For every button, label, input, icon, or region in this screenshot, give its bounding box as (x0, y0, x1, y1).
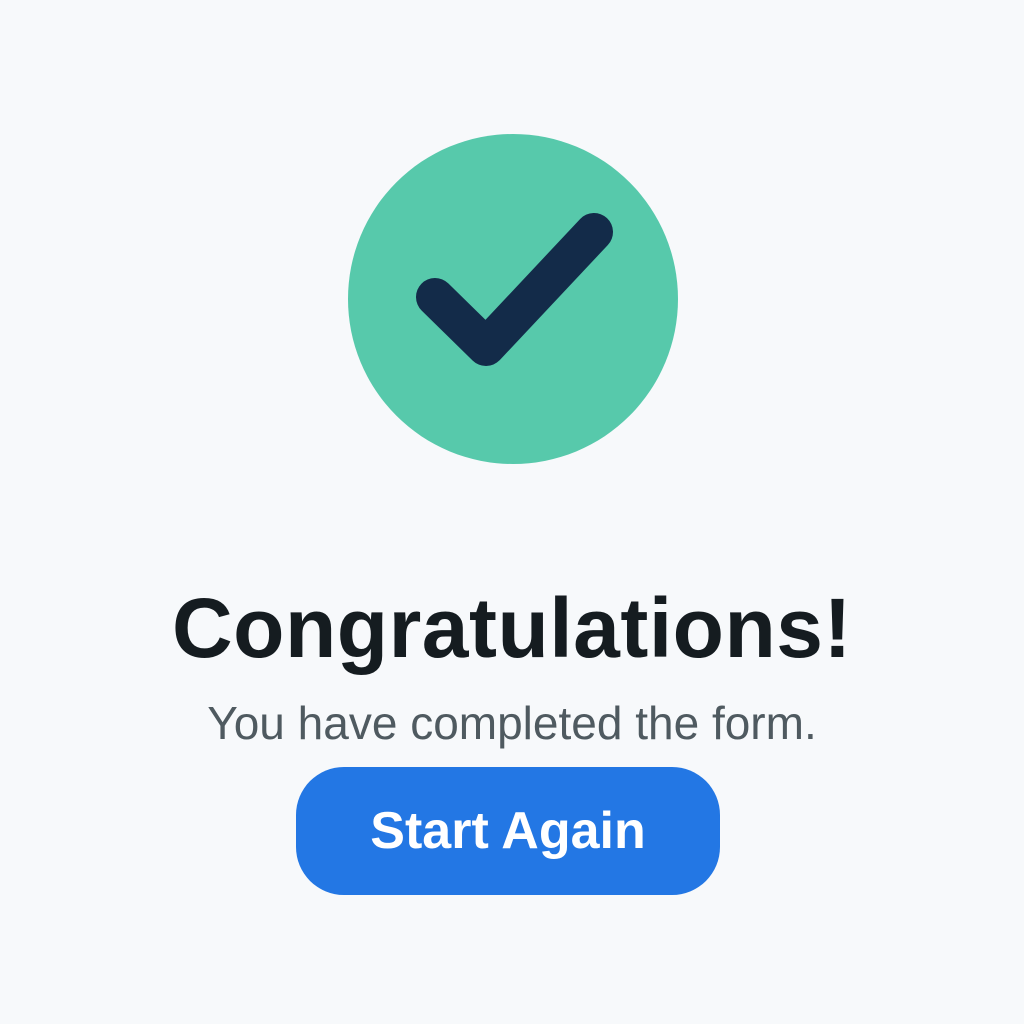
completion-message: You have completed the form. (207, 697, 817, 749)
page-title: Congratulations! (172, 581, 852, 676)
check-icon (416, 213, 613, 366)
start-again-button[interactable]: Start Again (296, 767, 720, 895)
completion-screen: Congratulations! You have completed the … (0, 0, 1024, 1024)
success-badge (348, 134, 678, 464)
